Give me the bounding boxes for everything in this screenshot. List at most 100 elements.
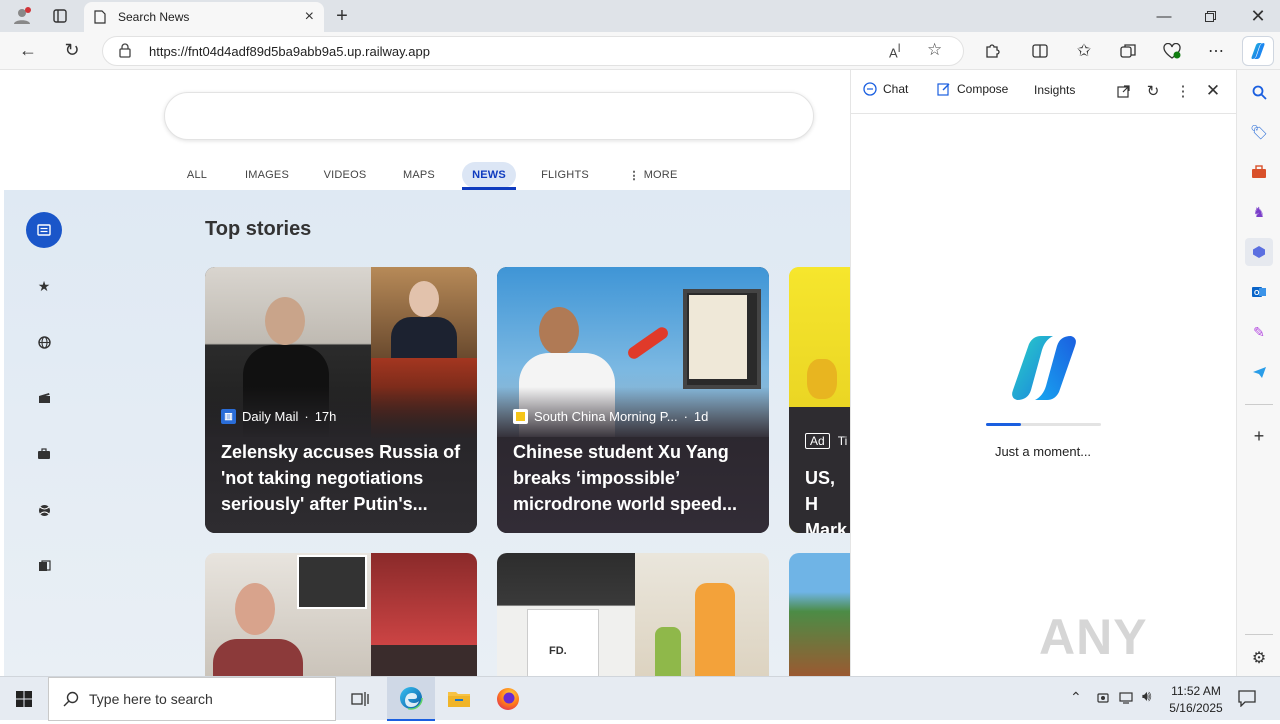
shopping-tag-icon[interactable]: 🏷 (1245, 118, 1273, 146)
story-card[interactable]: FD. (497, 553, 769, 676)
collections-icon[interactable] (1114, 37, 1142, 65)
extensions-icon[interactable] (978, 37, 1006, 65)
more-options-icon[interactable]: ⋯ (1202, 37, 1230, 65)
settings-gear-icon[interactable]: ⚙ (1245, 644, 1273, 672)
meet-now-icon[interactable] (1096, 691, 1110, 710)
tab-images[interactable]: IMAGES (242, 162, 292, 188)
news-content: ★ Top stories ▥ Daily Mail · 17h Zelensk… (4, 190, 850, 676)
section-title: Top stories (205, 218, 312, 240)
story-image-inset (371, 645, 477, 676)
nav-top-stories[interactable] (26, 212, 62, 248)
games-icon[interactable]: ♞ (1245, 198, 1273, 226)
briefcase-icon[interactable] (26, 436, 62, 472)
taskbar: Type here to search ⌃ 🔊︎ 11:52 AM 5/16/2… (0, 676, 1280, 721)
star-icon[interactable]: ★ (26, 268, 62, 304)
story-headline: US, H Mark (805, 468, 848, 533)
back-button[interactable]: ← (14, 36, 42, 64)
tab-all[interactable]: ALL (180, 162, 214, 188)
read-aloud-icon[interactable]: Aⅼ (889, 42, 901, 60)
source-name: Ti (837, 434, 848, 448)
copilot-button[interactable] (1242, 36, 1274, 66)
search-icon[interactable] (1245, 78, 1273, 106)
tab-news[interactable]: NEWS (462, 162, 516, 188)
story-card[interactable] (205, 553, 477, 676)
chat-bubble-icon (863, 82, 877, 96)
tab-videos[interactable]: VIDEOS (320, 162, 370, 188)
ad-card[interactable] (789, 553, 850, 676)
globe-icon[interactable] (26, 324, 62, 360)
sports-ball-icon[interactable] (26, 492, 62, 528)
designer-icon[interactable]: ✎ (1245, 318, 1273, 346)
refresh-icon[interactable]: ↻ (1143, 80, 1163, 102)
tab-compose[interactable]: Compose (937, 82, 1008, 96)
firefox-icon[interactable] (484, 677, 532, 721)
close-window-button[interactable]: ✕ (1236, 0, 1280, 32)
clock[interactable]: 11:52 AM 5/16/2025 (1166, 683, 1226, 717)
daily-mail-logo-icon: ▥ (221, 409, 236, 424)
minimize-button[interactable]: — (1144, 0, 1184, 32)
restore-button[interactable] (1190, 0, 1230, 32)
loading-bar-fill (986, 423, 1021, 426)
tab-maps[interactable]: MAPS (398, 162, 440, 188)
volume-icon[interactable]: 🔊︎ (1142, 688, 1151, 705)
favorite-star-icon[interactable]: ☆ (927, 40, 942, 60)
story-image-inset (371, 267, 477, 358)
start-button[interactable] (0, 677, 48, 721)
books-icon[interactable] (26, 548, 62, 584)
search-input[interactable] (164, 92, 814, 140)
tab-insights[interactable]: Insights (1034, 83, 1075, 97)
edge-taskbar-icon[interactable] (387, 677, 435, 721)
page-icon (94, 10, 106, 24)
story-headline: Zelensky accuses Russia of 'not taking n… (221, 442, 461, 514)
close-tab-icon[interactable]: × (305, 8, 314, 26)
clock-date: 5/16/2025 (1169, 701, 1223, 715)
taskbar-search-input[interactable]: Type here to search (48, 677, 336, 721)
source-name: Daily Mail (242, 409, 299, 424)
tools-briefcase-icon[interactable] (1245, 158, 1273, 186)
new-tab-button[interactable]: + (328, 2, 356, 30)
tab-chat[interactable]: Chat (863, 82, 908, 96)
copilot-logo-icon (1007, 334, 1081, 407)
story-image: FD. (497, 553, 635, 676)
story-image-inset (371, 553, 477, 645)
file-explorer-icon[interactable] (435, 677, 483, 721)
edge-sidebar: 🏷 ♞ O ✎ + ⚙ (1236, 70, 1280, 676)
address-input[interactable]: https://fnt04d4adf89d5ba9abb9a5.up.railw… (102, 36, 964, 66)
tab-more[interactable]: ⋮ MORE (626, 162, 680, 188)
clapperboard-icon[interactable] (26, 380, 62, 416)
ad-card[interactable]: Ad Ti US, H Mark (789, 267, 850, 533)
source-separator: · (304, 409, 309, 424)
tab-news-label: NEWS (472, 169, 506, 181)
close-pane-icon[interactable]: ✕ (1203, 80, 1223, 102)
copilot-hub-icon[interactable] (1245, 238, 1273, 266)
story-card[interactable]: ▥ Daily Mail · 17h Zelensky accuses Russ… (205, 267, 477, 533)
favorites-icon[interactable]: ✩ (1070, 37, 1098, 65)
open-in-new-icon[interactable] (1113, 80, 1133, 102)
send-icon[interactable] (1245, 358, 1273, 386)
story-image-inset (635, 553, 769, 676)
notifications-icon[interactable] (1238, 689, 1256, 712)
tab-compose-label: Compose (957, 82, 1009, 96)
search-icon (63, 691, 79, 707)
story-source: ▥ Daily Mail · 17h (221, 409, 336, 424)
pane-header-divider (851, 113, 1237, 114)
more-vertical-icon[interactable]: ⋮ (1173, 80, 1193, 102)
network-icon[interactable] (1119, 691, 1135, 710)
browser-essentials-icon[interactable] (1158, 37, 1186, 65)
split-screen-icon[interactable] (1026, 37, 1054, 65)
lock-icon (119, 43, 131, 61)
browser-tab[interactable]: Search News × (84, 2, 324, 32)
refresh-button[interactable]: ↻ (58, 36, 86, 64)
tab-actions-icon[interactable] (46, 2, 74, 30)
task-view-icon[interactable] (336, 677, 384, 721)
story-image (205, 553, 371, 676)
tab-flights[interactable]: FLIGHTS (538, 162, 592, 188)
show-hidden-icons-chevron-icon[interactable]: ⌃ (1070, 689, 1082, 706)
loading-text: Just a moment... (994, 444, 1092, 459)
outlook-icon[interactable]: O (1245, 278, 1273, 306)
add-icon[interactable]: + (1245, 422, 1273, 450)
url-text: https://fnt04d4adf89d5ba9abb9a5.up.railw… (149, 43, 430, 59)
svg-text:O: O (1254, 290, 1260, 297)
profile-icon[interactable] (8, 2, 36, 30)
story-card[interactable]: South China Morning P... · 1d Chinese st… (497, 267, 769, 533)
